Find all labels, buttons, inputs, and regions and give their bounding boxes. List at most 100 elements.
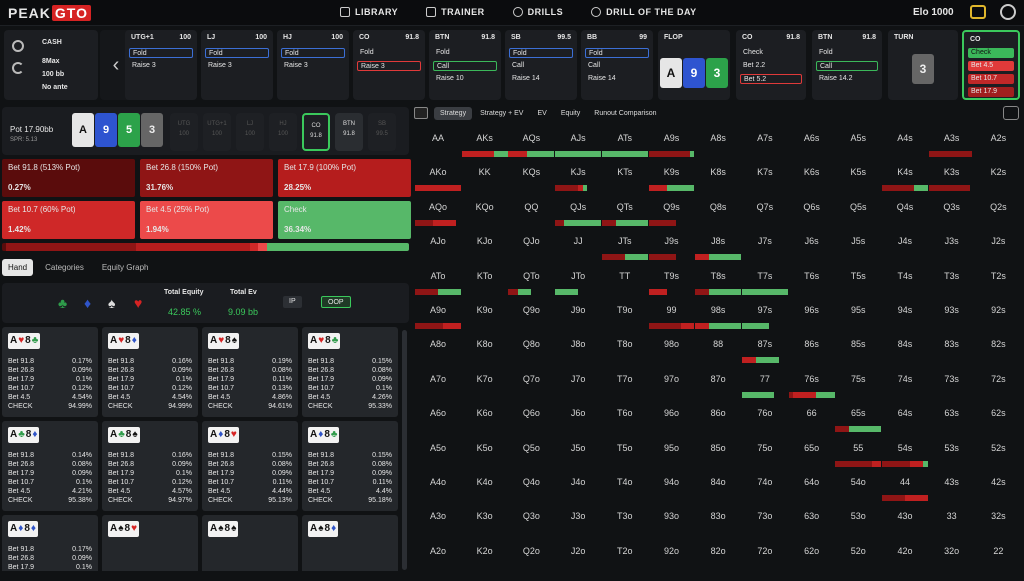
hand-cell[interactable]: J5o: [555, 435, 601, 469]
hand-card[interactable]: A ♠ 8 ♠: [202, 515, 298, 571]
hand-cell[interactable]: A9s: [648, 125, 695, 159]
hand-cell[interactable]: J8o: [555, 331, 601, 365]
hand-card[interactable]: A ♠ 8 ♥: [102, 515, 198, 571]
hand-cell[interactable]: T5o: [602, 435, 648, 469]
hand-cell[interactable]: T5s: [835, 263, 881, 297]
hand-cell[interactable]: Q9s: [648, 194, 695, 228]
action-option[interactable]: Fold: [129, 48, 193, 58]
nav-drills[interactable]: DRILLS: [512, 7, 564, 17]
hand-cell[interactable]: 42o: [882, 538, 928, 572]
hand-cell[interactable]: 72o: [742, 538, 788, 572]
hand-cell[interactable]: 94o: [649, 469, 695, 503]
hand-cell[interactable]: A5o: [415, 435, 461, 469]
hand-cell[interactable]: QJs: [555, 194, 602, 228]
action-option[interactable]: Bet 2.2: [740, 61, 802, 71]
refresh-icon[interactable]: [12, 62, 24, 74]
bet-action-tile[interactable]: Bet 91.8 (513% Pot) 0.27%: [2, 159, 135, 197]
hand-cell[interactable]: Q2o: [508, 538, 554, 572]
hand-cell[interactable]: KTs: [602, 159, 648, 193]
hand-cell[interactable]: 74o: [742, 469, 788, 503]
hand-cell[interactable]: Q8s: [695, 194, 741, 228]
hand-cell[interactable]: 88: [695, 331, 741, 365]
hand-cell[interactable]: JTs: [601, 228, 648, 262]
hand-cell[interactable]: 97o: [649, 366, 695, 400]
seat[interactable]: LJ 100: [236, 113, 264, 151]
tab-runout-comparison[interactable]: Runout Comparison: [588, 107, 662, 120]
hand-cell[interactable]: K6o: [462, 400, 508, 434]
hand-card[interactable]: A ♥ 8 ♣ Bet 91.8 0.15% Bet 26.8 0.08% Bet 17.9 0.…: [302, 327, 398, 417]
hand-cell[interactable]: 32o: [929, 538, 975, 572]
hand-cell[interactable]: A5s: [835, 125, 881, 159]
hand-cell[interactable]: T8s: [695, 263, 742, 297]
hand-cell[interactable]: AJs: [555, 125, 602, 159]
hand-cell[interactable]: KJo: [462, 228, 508, 262]
hand-cell[interactable]: 65s: [835, 400, 882, 434]
hand-cell[interactable]: J2o: [555, 538, 601, 572]
hand-cell[interactable]: Q2s: [975, 194, 1021, 228]
nav-library[interactable]: LIBRARY: [340, 7, 398, 17]
hand-cell[interactable]: A3o: [415, 503, 461, 537]
action-card-co2[interactable]: CO 91.8 Check Bet 2.2 Bet 5.2: [736, 30, 806, 100]
hand-cell[interactable]: 75o: [742, 435, 788, 469]
hand-cell[interactable]: K2o: [462, 538, 508, 572]
hand-cell[interactable]: 98s: [695, 297, 742, 331]
tab-hand[interactable]: Hand: [2, 258, 34, 276]
action-card[interactable]: UTG+1 100 Fold Raise 3: [125, 30, 197, 100]
action-option[interactable]: Fold: [357, 48, 421, 58]
hand-cell[interactable]: 53s: [929, 435, 975, 469]
hand-cell[interactable]: 76s: [788, 366, 835, 400]
hand-cell[interactable]: 43o: [882, 503, 928, 537]
tab-strategy[interactable]: Strategy: [434, 106, 473, 120]
gear-icon[interactable]: [12, 40, 24, 52]
seat[interactable]: HJ 100: [269, 113, 297, 151]
diamond-icon[interactable]: ♦: [84, 295, 91, 311]
hand-cell[interactable]: Q3o: [508, 503, 554, 537]
hand-cell[interactable]: 33: [929, 503, 975, 537]
action-option[interactable]: Raise 3: [129, 61, 193, 71]
hand-cell[interactable]: K6s: [789, 159, 835, 193]
hand-cell[interactable]: TT: [602, 263, 648, 297]
hand-cell[interactable]: K8s: [695, 159, 741, 193]
hand-cell[interactable]: 82o: [695, 538, 741, 572]
hand-cell[interactable]: JJ: [555, 228, 601, 262]
hand-cell[interactable]: K8o: [462, 331, 508, 365]
hand-cell[interactable]: 97s: [741, 297, 788, 331]
action-card[interactable]: BB 99 Fold Call Raise 14: [581, 30, 653, 100]
hand-card[interactable]: A ♠ 8 ♦: [302, 515, 398, 571]
hand-cell[interactable]: 54o: [835, 469, 881, 503]
hand-cell[interactable]: 52o: [835, 538, 881, 572]
hand-cell[interactable]: 73o: [742, 503, 788, 537]
hand-card[interactable]: A ♣ 8 ♠ Bet 91.8 0.16% Bet 26.8 0.09% Bet 17.9 0.…: [102, 421, 198, 511]
action-option[interactable]: Raise 3: [281, 61, 345, 71]
action-option[interactable]: Fold: [281, 48, 345, 58]
hand-card[interactable]: A ♦ 8 ♥ Bet 91.8 0.15% Bet 26.8 0.08% Bet 17.9 0.…: [202, 421, 298, 511]
turn-card[interactable]: TURN 3: [888, 30, 958, 100]
hand-cell[interactable]: 96o: [649, 400, 695, 434]
hand-cell[interactable]: ATs: [601, 125, 648, 159]
hand-cell[interactable]: AKo: [415, 159, 461, 193]
hand-card[interactable]: A ♥ 8 ♦ Bet 91.8 0.16% Bet 26.8 0.09% Bet 17.9 0.…: [102, 327, 198, 417]
hand-cell[interactable]: Q6s: [789, 194, 835, 228]
hand-cell[interactable]: Q8o: [508, 331, 554, 365]
action-option[interactable]: Fold: [205, 48, 269, 58]
hand-cell[interactable]: J4s: [882, 228, 928, 262]
hand-cell[interactable]: 52s: [975, 435, 1021, 469]
hand-cell[interactable]: 84s: [882, 331, 928, 365]
hand-cell[interactable]: 93s: [929, 297, 975, 331]
hand-cell[interactable]: 99: [648, 297, 695, 331]
hand-cell[interactable]: K5o: [462, 435, 508, 469]
chat-icon[interactable]: [970, 5, 986, 19]
action-option[interactable]: Fold: [509, 48, 573, 58]
action-card[interactable]: SB 99.5 Fold Call Raise 14: [505, 30, 577, 100]
hand-cell[interactable]: T4s: [882, 263, 928, 297]
action-option[interactable]: Bet 5.2: [740, 74, 802, 84]
action-option[interactable]: Bet 4.5: [968, 61, 1014, 71]
tab-ev[interactable]: EV: [531, 107, 552, 120]
hand-cell[interactable]: KQs: [508, 159, 554, 193]
hand-cell[interactable]: T3o: [602, 503, 648, 537]
hand-cell[interactable]: A7o: [415, 366, 461, 400]
hand-cell[interactable]: 73s: [929, 366, 975, 400]
hand-cell[interactable]: J3o: [555, 503, 601, 537]
hand-cell[interactable]: T6o: [602, 400, 648, 434]
tab-categories[interactable]: Categories: [39, 259, 90, 276]
